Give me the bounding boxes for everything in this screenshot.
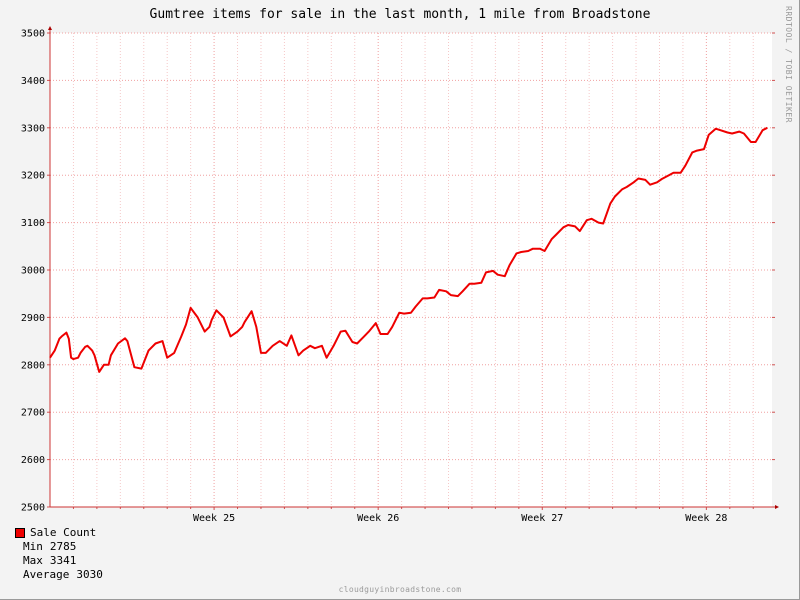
y-tick-label: 2700 <box>21 408 45 419</box>
y-tick-label: 3100 <box>21 218 45 229</box>
y-tick-label: 3300 <box>21 123 45 134</box>
watermark: cloudguyinbroadstone.com <box>338 585 462 594</box>
x-tick-label: Week 26 <box>357 513 399 524</box>
x-tick-label: Week 27 <box>521 513 563 524</box>
x-tick-label: Week 25 <box>193 513 235 524</box>
legend-average: Average 3030 <box>15 568 103 582</box>
y-tick-label: 3200 <box>21 171 45 182</box>
legend-label: Sale Count <box>30 526 97 539</box>
y-tick-label: 2500 <box>21 503 45 514</box>
y-tick-label: 3500 <box>21 29 45 40</box>
side-label: RRDTOOL / TOBI OETIKER <box>784 6 793 123</box>
y-tick-label: 2800 <box>21 360 45 371</box>
y-tick-label: 3400 <box>21 76 45 87</box>
legend-avg-label: Average <box>23 568 70 581</box>
x-tick-label: Week 28 <box>685 513 727 524</box>
legend-min: Min 2785 <box>15 540 103 554</box>
legend: Sale Count Min 2785 Max 3341 Average 3030 <box>15 526 103 582</box>
legend-min-value: 2785 <box>49 540 77 553</box>
legend-avg-value: 3030 <box>76 568 103 581</box>
y-tick-label: 2900 <box>21 313 45 324</box>
legend-item-sale-count: Sale Count <box>15 526 103 540</box>
legend-min-label: Min <box>23 540 43 553</box>
x-axis-arrow <box>775 505 779 509</box>
y-axis-arrow <box>48 26 52 30</box>
legend-swatch <box>15 528 25 538</box>
chart-title: Gumtree items for sale in the last month… <box>150 7 651 22</box>
legend-max-value: 3341 <box>49 554 77 567</box>
chart-plot: Gumtree items for sale in the last month… <box>21 7 779 524</box>
legend-max-label: Max <box>23 554 43 567</box>
legend-max: Max 3341 <box>15 554 103 568</box>
y-tick-label: 3000 <box>21 266 45 277</box>
y-tick-label: 2600 <box>21 455 45 466</box>
